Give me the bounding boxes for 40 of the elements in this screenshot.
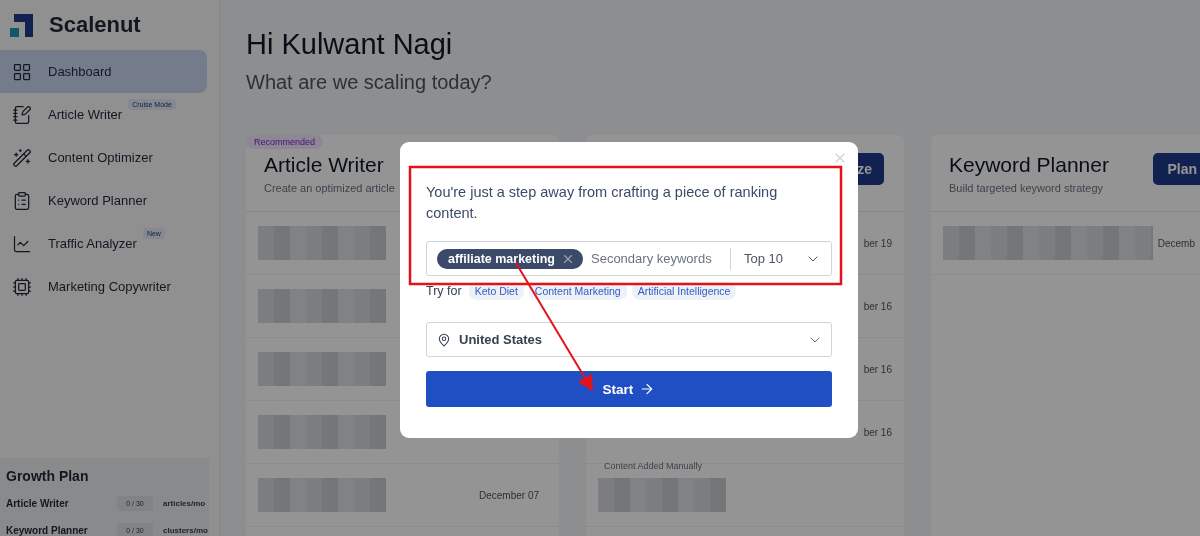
row-date: ber 19 [863, 237, 892, 249]
card-title: Article Writer [264, 153, 385, 177]
greeting-subtitle: What are we scaling today? [246, 71, 493, 94]
start-button[interactable]: Start [426, 371, 832, 407]
country-select[interactable]: United States [426, 322, 832, 357]
plan-unit: clusters/mo [163, 526, 208, 535]
nav-icon [12, 233, 32, 254]
try-for-label: Try for [426, 284, 462, 298]
row-note: Content Added Manually [604, 461, 703, 471]
keyword-chip[interactable]: affiliate marketing [437, 248, 583, 269]
nav-icon [12, 190, 32, 211]
card-description: Create an optimized article [264, 182, 395, 194]
nav-icon [12, 276, 32, 297]
results-select[interactable]: Top 10 [729, 247, 821, 270]
nav-item[interactable]: Dashboard [0, 50, 207, 93]
card-description: Build targeted keyword strategy [949, 182, 1105, 194]
dialog-message: You're just a step away from crafting a piece of ranking content. [426, 183, 779, 223]
plan-label: Keyword Planner [6, 525, 89, 536]
card-title: Keyword Planner [949, 153, 1109, 177]
row-date: ber 16 [863, 426, 892, 438]
location-pin-icon [437, 332, 451, 347]
row-date: December 07 [478, 489, 539, 501]
greeting: Hi Kulwant Nagi [246, 28, 454, 61]
nav-icon [12, 104, 32, 125]
nav-item[interactable]: Marketing Copywriter [0, 265, 207, 308]
nav-icon [12, 147, 32, 168]
row-date: Decemb [1157, 237, 1195, 249]
brand-name: Scalenut [49, 12, 141, 38]
plan-label: Article Writer [6, 498, 70, 509]
keyword-field[interactable]: affiliate marketing Secondary keywords Top 10 [426, 241, 832, 276]
nav-item[interactable]: Content Optimizer [0, 136, 207, 179]
nav-item[interactable]: Keyword Planner [0, 179, 207, 222]
row-date: ber 16 [863, 300, 892, 312]
growth-plan-title: Growth Plan [6, 468, 90, 484]
recommended-badge: Recommended [246, 135, 324, 149]
card-button[interactable]: Plan [1153, 153, 1200, 185]
row-date: ber 16 [863, 363, 892, 375]
plan-unit: articles/mo [163, 499, 206, 508]
nav-icon [12, 61, 32, 82]
logo-icon [10, 13, 33, 37]
